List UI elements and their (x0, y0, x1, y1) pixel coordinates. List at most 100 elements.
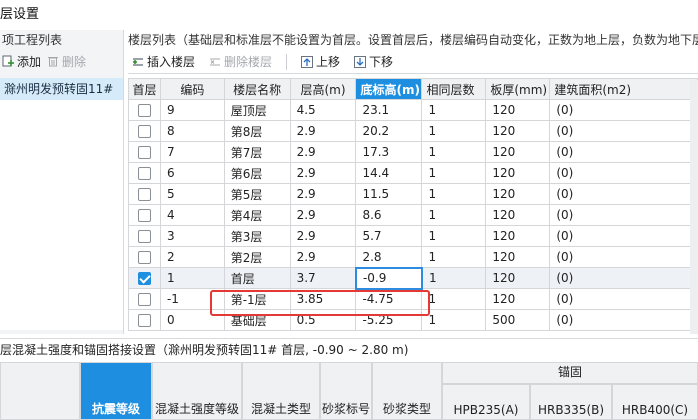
floor-height-cell[interactable]: 2.9 (289, 141, 357, 163)
first-floor-checkbox[interactable] (137, 251, 151, 264)
slab-thickness-cell[interactable]: 120 (485, 183, 551, 205)
floor-name-cell[interactable]: 基础层 (223, 309, 291, 331)
floor-row[interactable]: 2 第2层 2.9 2.8 1 120 (0) (128, 246, 698, 268)
same-floors-cell[interactable]: 1 (421, 141, 487, 163)
code-cell[interactable]: 4 (159, 204, 225, 226)
bottom-elevation-cell[interactable]: 5.7 (355, 225, 423, 247)
bottom-elevation-cell[interactable]: -5.25 (355, 309, 423, 331)
col-header-concrete-grade[interactable]: 混凝土强度等级 (152, 362, 242, 420)
code-cell[interactable]: 9 (159, 99, 225, 121)
col-header-code[interactable]: 编码 (159, 78, 225, 100)
same-floors-cell[interactable]: 1 (421, 267, 487, 289)
floor-row[interactable]: 6 第6层 2.9 14.4 1 120 (0) (128, 162, 698, 184)
delete-project-button[interactable]: 删除 (47, 53, 86, 70)
floor-height-cell[interactable]: 2.9 (289, 183, 357, 205)
floor-height-cell[interactable]: 2.9 (289, 162, 357, 184)
col-header-same-floors[interactable]: 相同层数 (421, 78, 487, 100)
floor-height-cell[interactable]: 3.85 (289, 288, 357, 310)
bottom-elevation-cell[interactable]: 17.3 (355, 141, 423, 163)
floor-row[interactable]: 0 基础层 0.5 -5.25 1 500 (0) (128, 309, 698, 331)
first-floor-checkbox[interactable] (137, 272, 151, 285)
same-floors-cell[interactable]: 1 (421, 309, 487, 331)
col-header-building-area[interactable]: 建筑面积(m2) (549, 78, 698, 100)
move-down-button[interactable]: 下移 (354, 53, 393, 70)
floor-name-cell[interactable]: 第3层 (223, 225, 291, 247)
first-floor-checkbox[interactable] (137, 146, 151, 159)
bottom-elevation-cell[interactable]: 11.5 (355, 183, 423, 205)
col-header-hpb235[interactable]: HPB235(A) (442, 384, 530, 420)
floor-name-cell[interactable]: 首层 (223, 267, 291, 289)
slab-thickness-cell[interactable]: 120 (485, 246, 551, 268)
floor-height-cell[interactable]: 2.9 (289, 204, 357, 226)
slab-thickness-cell[interactable]: 120 (485, 204, 551, 226)
first-floor-checkbox[interactable] (137, 167, 151, 180)
first-floor-checkbox[interactable] (137, 104, 151, 117)
building-area-cell[interactable]: (0) (549, 225, 698, 247)
slab-thickness-cell[interactable]: 120 (485, 99, 551, 121)
slab-thickness-cell[interactable]: 120 (485, 225, 551, 247)
floor-row[interactable]: 1 首层 3.7 -0.9 1 120 (0) (128, 266, 698, 290)
building-area-cell[interactable]: (0) (549, 204, 698, 226)
col-header-floor-name[interactable]: 楼层名称 (223, 78, 291, 100)
floor-height-cell[interactable]: 2.9 (289, 246, 357, 268)
floor-row[interactable]: 4 第4层 2.9 8.6 1 120 (0) (128, 204, 698, 226)
col-header-hrb400[interactable]: HRB400(C) (612, 384, 698, 420)
same-floors-cell[interactable]: 1 (421, 162, 487, 184)
building-area-cell[interactable]: (0) (549, 183, 698, 205)
code-cell[interactable]: 0 (159, 309, 225, 331)
col-header-hrb335[interactable]: HRB335(B) (530, 384, 612, 420)
floor-height-cell[interactable]: 0.5 (289, 309, 357, 331)
building-area-cell[interactable]: (0) (549, 288, 698, 310)
floor-height-cell[interactable]: 2.9 (289, 120, 357, 142)
floor-name-cell[interactable]: 第7层 (223, 141, 291, 163)
first-floor-checkbox[interactable] (137, 125, 151, 138)
col-header-floor-height[interactable]: 层高(m) (289, 78, 357, 100)
first-floor-checkbox[interactable] (137, 209, 151, 222)
floor-row[interactable]: 9 屋顶层 4.5 23.1 1 120 (0) (128, 99, 698, 121)
floor-row[interactable]: 5 第5层 2.9 11.5 1 120 (0) (128, 183, 698, 205)
floor-name-cell[interactable]: 第-1层 (223, 288, 291, 310)
same-floors-cell[interactable]: 1 (421, 204, 487, 226)
floor-name-cell[interactable]: 第5层 (223, 183, 291, 205)
building-area-cell[interactable]: (0) (549, 162, 698, 184)
col-header-first-floor[interactable]: 首层 (128, 78, 161, 100)
building-area-cell[interactable]: (0) (549, 141, 698, 163)
same-floors-cell[interactable]: 1 (421, 225, 487, 247)
code-cell[interactable]: 5 (159, 183, 225, 205)
first-floor-checkbox[interactable] (137, 230, 151, 243)
same-floors-cell[interactable]: 1 (421, 99, 487, 121)
col-header-seismic-grade[interactable]: 抗震等级 (80, 362, 152, 420)
col-header-slab-thickness[interactable]: 板厚(mm) (485, 78, 551, 100)
building-area-cell[interactable]: (0) (549, 120, 698, 142)
same-floors-cell[interactable]: 1 (421, 246, 487, 268)
floor-row[interactable]: 3 第3层 2.9 5.7 1 120 (0) (128, 225, 698, 247)
slab-thickness-cell[interactable]: 120 (485, 141, 551, 163)
floor-name-cell[interactable]: 第6层 (223, 162, 291, 184)
slab-thickness-cell[interactable]: 120 (485, 162, 551, 184)
floor-name-cell[interactable]: 第2层 (223, 246, 291, 268)
col-header-mortar-grade[interactable]: 砂浆标号 (320, 362, 372, 420)
building-area-cell[interactable]: (0) (549, 267, 698, 289)
code-cell[interactable]: 3 (159, 225, 225, 247)
floor-name-cell[interactable]: 屋顶层 (223, 99, 291, 121)
slab-thickness-cell[interactable]: 500 (485, 309, 551, 331)
bottom-elevation-cell[interactable]: 14.4 (355, 162, 423, 184)
code-cell[interactable]: 2 (159, 246, 225, 268)
bottom-elevation-cell[interactable]: 23.1 (355, 99, 423, 121)
first-floor-checkbox[interactable] (137, 188, 151, 201)
bottom-elevation-cell[interactable]: 2.8 (355, 246, 423, 268)
add-project-button[interactable]: 添加 (2, 53, 41, 70)
bottom-elevation-cell[interactable]: 8.6 (355, 204, 423, 226)
first-floor-checkbox[interactable] (137, 314, 151, 327)
same-floors-cell[interactable]: 1 (421, 183, 487, 205)
floor-row[interactable]: 7 第7层 2.9 17.3 1 120 (0) (128, 141, 698, 163)
same-floors-cell[interactable]: 1 (421, 120, 487, 142)
building-area-cell[interactable]: (0) (549, 99, 698, 121)
col-header-mortar-type[interactable]: 砂浆类型 (372, 362, 442, 420)
bottom-elevation-cell[interactable]: -4.75 (355, 288, 423, 310)
code-cell[interactable]: 1 (159, 267, 225, 289)
floor-name-cell[interactable]: 第8层 (223, 120, 291, 142)
code-cell[interactable]: 8 (159, 120, 225, 142)
bottom-elevation-cell[interactable]: 20.2 (355, 120, 423, 142)
col-header-concrete-type[interactable]: 混凝土类型 (242, 362, 320, 420)
